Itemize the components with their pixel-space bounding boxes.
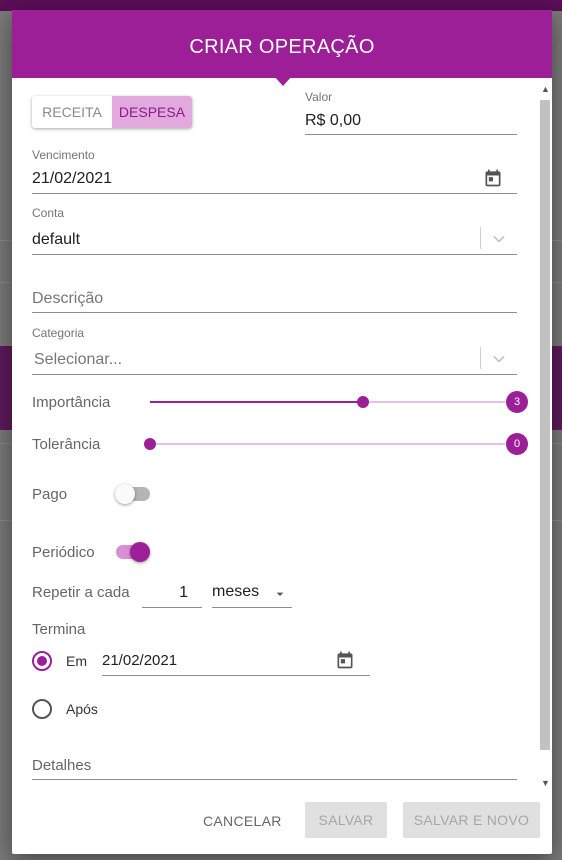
select-separator (480, 227, 481, 249)
calendar-icon[interactable] (483, 168, 503, 188)
pago-switch-thumb[interactable] (115, 484, 135, 504)
categoria-underline (32, 374, 517, 375)
conta-label: Conta (32, 206, 65, 220)
categoria-select[interactable]: Selecionar... (34, 351, 122, 369)
descricao-underline (32, 312, 517, 313)
conta-underline (32, 254, 517, 255)
importancia-label: Importância (32, 394, 111, 411)
importancia-value-badge: 3 (506, 391, 528, 413)
tolerancia-slider-thumb[interactable] (144, 438, 156, 450)
repetir-interval-input[interactable]: 1 (142, 584, 188, 602)
termina-em-radio[interactable] (32, 651, 52, 671)
importancia-slider-fill (150, 401, 363, 403)
categoria-label: Categoria (32, 326, 85, 340)
detalhes-underline (32, 779, 517, 780)
termina-label: Termina (32, 621, 86, 638)
repetir-unit-select[interactable]: meses (212, 583, 259, 601)
descricao-input[interactable]: Descrição (32, 290, 103, 308)
dialog-title: CRIAR OPERAÇÃO (189, 36, 375, 58)
scroll-down-arrow-icon[interactable]: ▼ (541, 778, 550, 788)
importancia-slider-thumb[interactable] (357, 396, 369, 408)
termina-em-date-underline (102, 675, 370, 676)
dropdown-arrow-icon[interactable] (272, 586, 288, 602)
periodico-switch-thumb[interactable] (130, 542, 150, 562)
chevron-down-icon[interactable] (489, 229, 509, 249)
tolerancia-value-badge: 0 (506, 433, 528, 455)
termina-em-label: Em (66, 653, 87, 669)
termina-apos-label: Após (66, 701, 98, 717)
vencimento-input[interactable]: 21/02/2021 (32, 170, 112, 188)
create-operation-dialog: CRIAR OPERAÇÃO ▲ ▼ RECEITA DESPESA Valor… (12, 10, 552, 854)
pago-label: Pago (32, 486, 68, 503)
detalhes-input[interactable]: Detalhes (32, 757, 91, 774)
valor-underline (305, 134, 517, 135)
vencimento-underline (32, 193, 517, 194)
periodico-label: Periódico (32, 544, 95, 561)
repetir-interval-underline (142, 607, 202, 608)
termina-em-date-input[interactable]: 21/02/2021 (102, 652, 177, 669)
receita-button[interactable]: RECEITA (32, 96, 112, 128)
valor-input[interactable]: R$ 0,00 (305, 112, 361, 130)
calendar-icon[interactable] (335, 650, 355, 670)
valor-label: Valor (305, 90, 333, 104)
scroll-up-arrow-icon[interactable]: ▲ (541, 84, 550, 94)
vencimento-label: Vencimento (32, 148, 95, 162)
cancel-button[interactable]: CANCELAR (203, 813, 282, 829)
header-pointer (274, 76, 292, 86)
save-and-new-button[interactable]: SALVAR E NOVO (403, 802, 540, 838)
save-button[interactable]: SALVAR (305, 802, 387, 838)
operation-type-toggle: RECEITA DESPESA (32, 96, 192, 128)
despesa-button[interactable]: DESPESA (112, 96, 192, 128)
dialog-header: CRIAR OPERAÇÃO (12, 10, 552, 78)
scrollbar-thumb[interactable] (540, 100, 550, 750)
tolerancia-slider-track[interactable] (150, 443, 505, 445)
tolerancia-label: Tolerância (32, 436, 101, 453)
repetir-label: Repetir a cada (32, 584, 130, 601)
chevron-down-icon[interactable] (489, 349, 509, 369)
repetir-unit-underline (212, 607, 292, 608)
select-separator (480, 347, 481, 369)
termina-apos-radio[interactable] (32, 699, 52, 719)
scrollbar[interactable]: ▲ ▼ (540, 84, 550, 788)
conta-select[interactable]: default (32, 231, 80, 249)
